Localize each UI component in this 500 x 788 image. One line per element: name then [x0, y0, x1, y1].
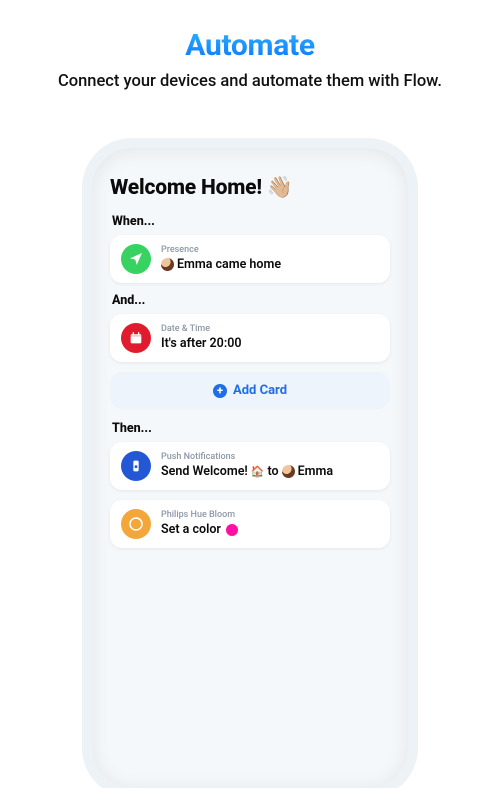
section-label-when: When...: [112, 214, 390, 229]
page-title: Welcome Home! 👋🏼: [110, 176, 390, 200]
add-card-button[interactable]: + Add Card: [110, 372, 390, 409]
hero-subtitle: Connect your devices and automate them w…: [30, 71, 470, 93]
then-card-push[interactable]: Push Notifications Send Welcome! 🏠 to Em…: [110, 442, 390, 490]
plus-icon: +: [213, 384, 227, 398]
datetime-icon: [121, 323, 151, 353]
presence-icon: [121, 244, 151, 274]
when-text: Emma came home: [161, 257, 379, 272]
and-card[interactable]: Date & Time It's after 20:00: [110, 314, 390, 362]
hero-title: Automate: [30, 28, 470, 63]
when-eyebrow: Presence: [161, 246, 379, 255]
hue-bloom-icon: [121, 509, 151, 539]
then-push-text: Send Welcome! 🏠 to Emma: [161, 464, 379, 479]
then-push-eyebrow: Push Notifications: [161, 453, 379, 462]
then-card-bloom[interactable]: Philips Hue Bloom Set a color: [110, 500, 390, 548]
color-swatch-icon: [226, 524, 238, 536]
then-bloom-text: Set a color: [161, 522, 379, 537]
and-eyebrow: Date & Time: [161, 325, 379, 334]
section-label-then: Then...: [112, 421, 390, 436]
when-card[interactable]: Presence Emma came home: [110, 235, 390, 283]
section-label-and: And...: [112, 293, 390, 308]
avatar-icon: [161, 258, 174, 271]
then-bloom-eyebrow: Philips Hue Bloom: [161, 511, 379, 520]
and-text: It's after 20:00: [161, 336, 379, 351]
add-card-label: Add Card: [233, 383, 287, 398]
house-icon: 🏠: [251, 465, 265, 478]
phone-mockup: Welcome Home! 👋🏼 When... Presence Emma c…: [92, 148, 408, 788]
push-notification-icon: [121, 451, 151, 481]
avatar-icon: [282, 465, 295, 478]
